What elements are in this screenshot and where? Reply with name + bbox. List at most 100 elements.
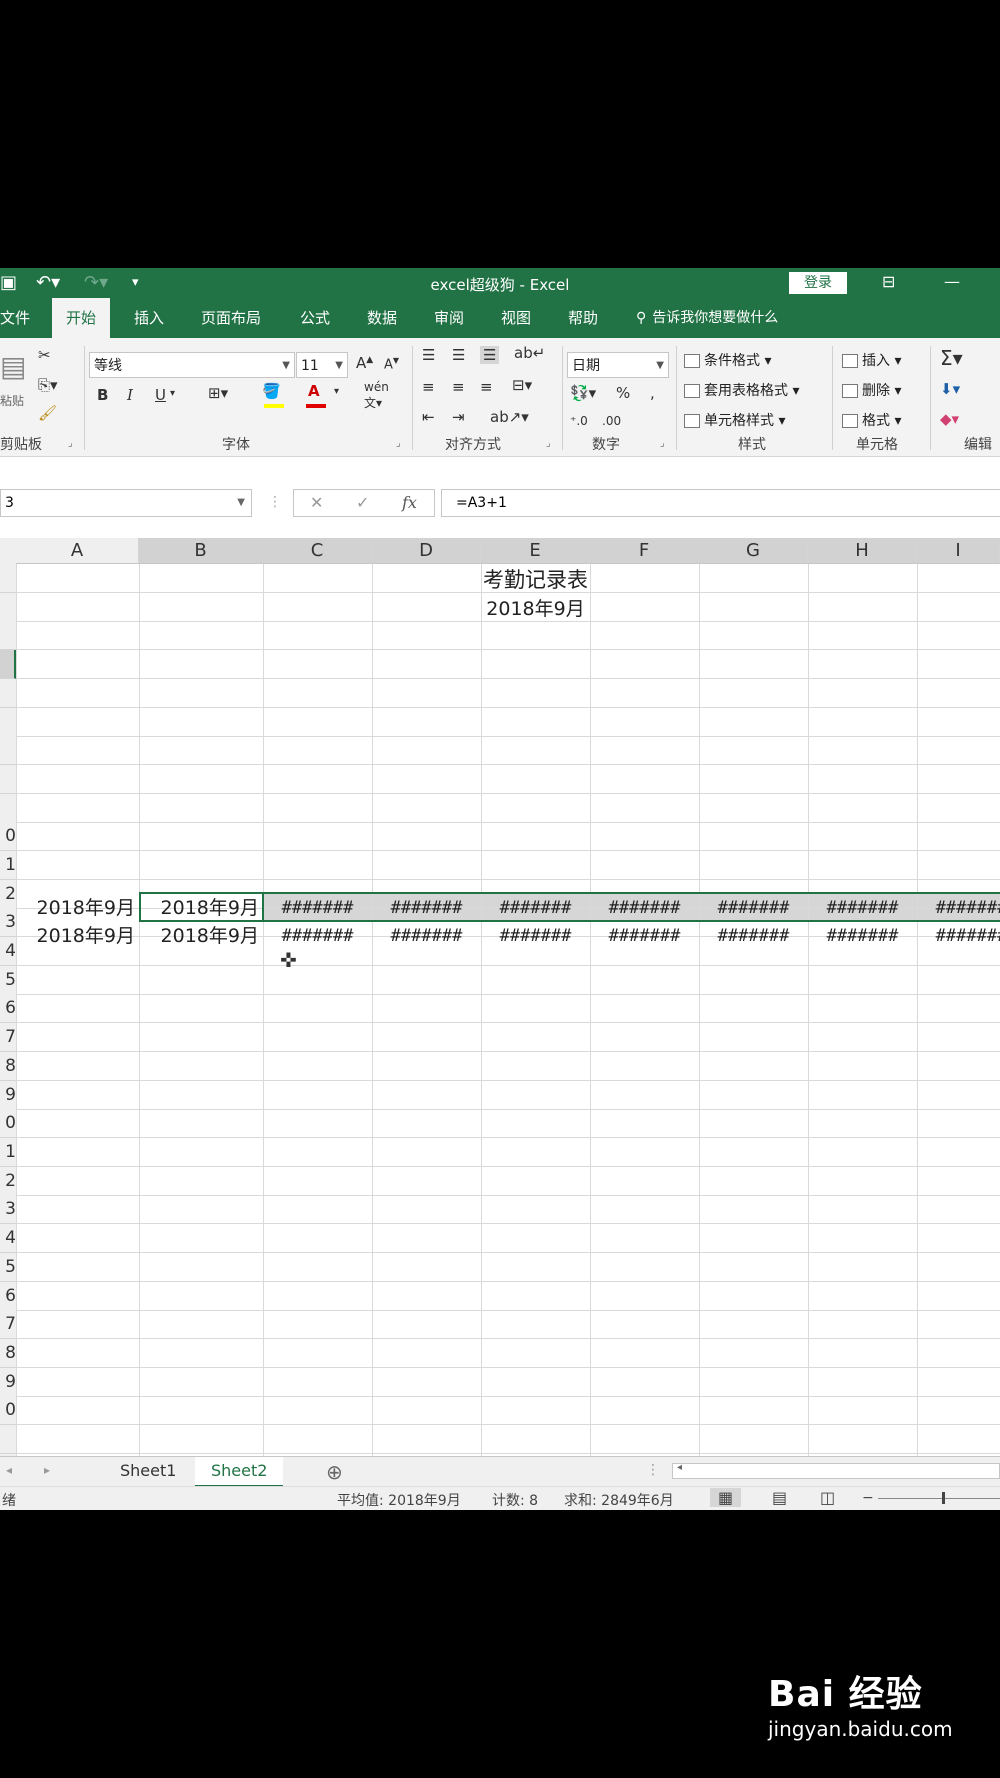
row4-cell-a[interactable]: 2018年9月 (16, 922, 139, 950)
row-header[interactable] (0, 621, 16, 650)
italic-button[interactable]: I (127, 386, 133, 404)
row-header[interactable]: 1 (0, 1138, 16, 1167)
font-name-select[interactable]: 等线 ▼ (89, 352, 295, 378)
row-header[interactable]: 0 (0, 1396, 16, 1425)
row-header[interactable] (0, 736, 16, 765)
row-header[interactable] (0, 765, 16, 794)
tab-help[interactable]: 帮助 (568, 298, 598, 338)
row-header[interactable] (0, 564, 16, 593)
row-header[interactable]: 4 (0, 1224, 16, 1253)
decrease-decimal-icon[interactable]: .00 (602, 414, 621, 428)
align-top-icon[interactable]: ☰ (422, 346, 435, 364)
row-header[interactable] (0, 1425, 16, 1454)
tab-data[interactable]: 数据 (367, 298, 397, 338)
row-header[interactable]: 3 (0, 908, 16, 937)
column-header-c[interactable]: C (263, 538, 372, 564)
row-header[interactable]: 9 (0, 1081, 16, 1110)
column-header-h[interactable]: H (808, 538, 917, 564)
row-header[interactable]: 6 (0, 994, 16, 1023)
row-header[interactable]: 1 (0, 851, 16, 880)
number-format-select[interactable]: 日期 ▼ (567, 352, 669, 378)
dialog-launcher-icon[interactable]: ⌟ (68, 438, 73, 449)
cell-style-button[interactable]: 单元格样式 ▾ (684, 410, 785, 430)
row-header[interactable] (0, 593, 16, 622)
clear-icon[interactable]: ◆▾ (940, 410, 959, 428)
tab-file[interactable]: 文件 (0, 298, 30, 338)
percent-button[interactable]: % (616, 384, 630, 402)
align-middle-icon[interactable]: ☰ (452, 346, 465, 364)
fill-icon[interactable]: ⬇▾ (940, 380, 960, 398)
orientation-icon[interactable]: ab↗▾ (490, 408, 529, 426)
font-color-icon[interactable]: A (308, 382, 320, 400)
underline-button[interactable]: U (155, 386, 166, 404)
scroll-left-icon[interactable]: ◂ (677, 1462, 682, 1473)
row-header[interactable]: 5 (0, 1253, 16, 1282)
login-button[interactable]: 登录 (789, 272, 847, 294)
row-header[interactable]: 7 (0, 1310, 16, 1339)
border-icon[interactable]: ⊞▾ (208, 384, 228, 402)
align-center-icon[interactable]: ≡ (452, 378, 465, 396)
column-header-e[interactable]: E (481, 538, 590, 564)
column-header-f[interactable]: F (590, 538, 699, 564)
decrease-indent-icon[interactable]: ⇤ (422, 408, 435, 426)
worksheet-grid[interactable]: A B C D E F G H I 012345678901234567890 … (0, 538, 1000, 1510)
sheet-title[interactable]: 考勤记录表 (263, 566, 808, 594)
horizontal-scrollbar[interactable]: ◂ (672, 1462, 1000, 1479)
tab-view[interactable]: 视图 (501, 298, 531, 338)
scroll-right-icon[interactable]: ▸ (44, 1463, 50, 1477)
scroll-left-icon[interactable]: ◂ (6, 1463, 12, 1477)
row4-cell-d[interactable]: ####### (372, 922, 481, 950)
row4-cell-g[interactable]: ####### (699, 922, 808, 950)
column-header-d[interactable]: D (372, 538, 481, 564)
format-painter-icon[interactable]: 🖌 (38, 404, 57, 422)
chevron-down-icon[interactable]: ▾ (334, 386, 339, 397)
chevron-down-icon[interactable]: ▾ (170, 388, 175, 399)
row-header[interactable] (0, 708, 16, 737)
insert-cells-button[interactable]: 插入 ▾ (842, 350, 901, 370)
tell-me-search[interactable]: ⚲ 告诉我你想要做什么 (636, 298, 778, 338)
page-layout-view-icon[interactable]: ▤ (772, 1488, 787, 1507)
row-header[interactable]: 5 (0, 966, 16, 995)
row-header[interactable]: 7 (0, 1023, 16, 1052)
dialog-launcher-icon[interactable]: ⌟ (396, 438, 401, 449)
row3-cell-a[interactable]: 2018年9月 (16, 894, 139, 922)
dialog-launcher-icon[interactable]: ⌟ (660, 438, 665, 449)
format-cells-button[interactable]: 格式 ▾ (842, 410, 901, 430)
increase-font-icon[interactable]: A▲ (356, 354, 373, 372)
copy-icon[interactable]: ⎘▾ (38, 376, 58, 394)
tab-page-layout[interactable]: 页面布局 (201, 298, 261, 338)
normal-view-icon[interactable]: ▦ (710, 1488, 742, 1507)
sheet-tab-2[interactable]: Sheet2 (195, 1457, 284, 1487)
paste-icon[interactable]: ▤ (0, 350, 26, 383)
cut-icon[interactable]: ✂ (38, 346, 51, 364)
column-header-i[interactable]: I (917, 538, 1000, 564)
conditional-format-button[interactable]: 条件格式 ▾ (684, 350, 771, 370)
row4-cell-b[interactable]: 2018年9月 (139, 922, 263, 950)
row-header[interactable]: 8 (0, 1339, 16, 1368)
row-header[interactable]: 2 (0, 1167, 16, 1196)
column-header-g[interactable]: G (699, 538, 808, 564)
comma-style-icon[interactable]: , (650, 384, 655, 402)
increase-indent-icon[interactable]: ⇥ (452, 408, 465, 426)
zoom-slider-thumb[interactable] (942, 1492, 945, 1504)
phonetic-icon[interactable]: wén 文▾ (364, 380, 389, 411)
row-header[interactable] (0, 794, 16, 823)
delete-cells-button[interactable]: 删除 ▾ (842, 380, 901, 400)
cancel-icon[interactable]: ✕ (310, 493, 323, 512)
tab-insert[interactable]: 插入 (134, 298, 164, 338)
tab-home[interactable]: 开始 (52, 298, 111, 338)
row-header[interactable]: 8 (0, 1052, 16, 1081)
table-format-button[interactable]: 套用表格格式 ▾ (684, 380, 799, 400)
font-size-select[interactable]: 11 ▼ (296, 352, 348, 378)
sheet-tab-1[interactable]: Sheet1 (104, 1457, 192, 1485)
enter-icon[interactable]: ✓ (356, 493, 369, 512)
increase-decimal-icon[interactable]: ⁺.0 (570, 414, 588, 428)
row-header[interactable]: 6 (0, 1282, 16, 1311)
formula-input[interactable]: =A3+1 (441, 489, 1000, 517)
row-header[interactable]: 0 (0, 822, 16, 851)
zoom-slider[interactable] (878, 1498, 1000, 1499)
tab-review[interactable]: 审阅 (434, 298, 464, 338)
dialog-launcher-icon[interactable]: ⌟ (546, 438, 551, 449)
bold-button[interactable]: B (97, 386, 108, 404)
ribbon-display-icon[interactable]: ⊟ (882, 272, 895, 291)
